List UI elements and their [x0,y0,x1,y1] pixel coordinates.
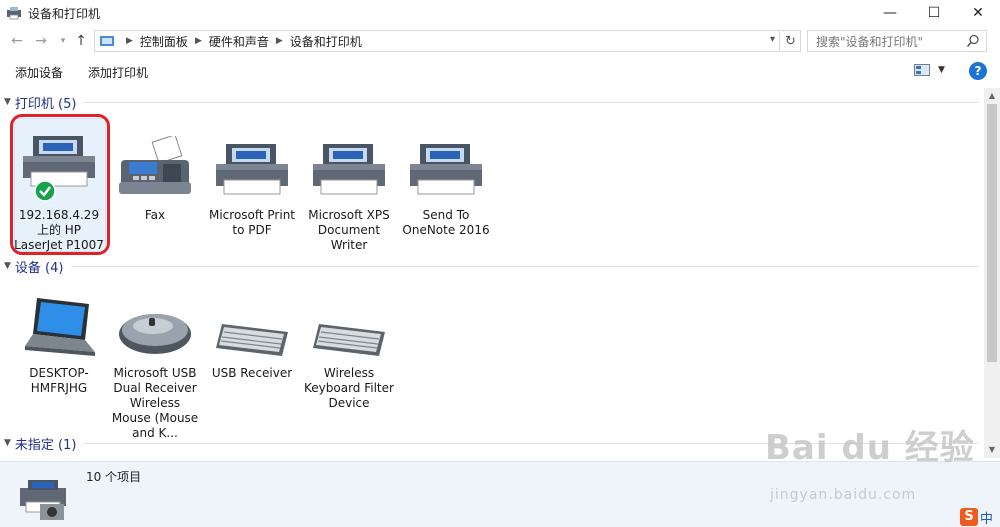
item-label: Microsoft XPS Document Writer [308,208,390,252]
item-label: Microsoft Print to PDF [208,208,296,237]
refresh-icon[interactable]: ↻ [781,30,801,52]
printer-icon [216,144,288,195]
devices-printers-icon [20,480,66,520]
sogou-icon: S [960,508,978,526]
search-icon[interactable] [966,34,980,48]
item-label: USB Receiver [211,366,293,380]
item-label: 192.168.4.29 上的 HP LaserJet P1007 [14,208,104,252]
command-bar: 添加设备 添加打印机 ▼ ? [0,58,1000,86]
breadcrumb-devices-printers[interactable]: 设备和打印机 [290,33,362,50]
recent-chevron-down-icon[interactable]: ▾ [54,32,72,50]
group-title: 设备 (4) [14,260,64,276]
item-label: Fax [144,208,166,222]
ime-indicator[interactable]: S 中 [960,507,1000,527]
scroll-thumb[interactable] [987,104,997,362]
baidu-watermark: Bai du 经验 [765,428,975,468]
devices-printers-icon [7,7,21,20]
group-divider [84,101,979,103]
breadcrumb-control-panel[interactable]: 控制面板 [140,33,188,50]
breadcrumb-hardware-sound[interactable]: 硬件和声音 [209,33,269,50]
default-checkmark-icon [34,180,56,202]
add-device-button[interactable]: 添加设备 [15,64,63,81]
add-printer-button[interactable]: 添加打印机 [88,64,148,81]
printer-icon [313,144,385,195]
printer-item-ms-xps-writer[interactable]: Microsoft XPS Document Writer [304,124,394,253]
device-item-desktop[interactable]: DESKTOP-HMFRJHG [14,286,104,396]
address-bar[interactable]: ▶ 控制面板 ▶ 硬件和声音 ▶ 设备和打印机 ▾ [94,30,780,52]
back-arrow-icon[interactable]: ← [8,32,26,50]
title-bar: 设备和打印机 — ☐ ✕ [0,0,1000,26]
control-panel-icon [100,36,114,46]
up-arrow-icon[interactable]: ↑ [72,32,90,50]
printer-item-fax[interactable]: Fax [110,124,200,223]
printer-item-hp-laserjet[interactable]: 192.168.4.29 上的 HP LaserJet P1007 [14,124,104,253]
keyboard-icon [313,324,385,356]
item-label: Send To OneNote 2016 [402,208,490,237]
group-header-devices[interactable]: ▼ 设备 (4) [4,256,979,276]
printer-icon [410,144,482,195]
group-title: 打印机 (5) [14,96,77,112]
group-divider [71,265,979,267]
device-item-wireless-mouse[interactable]: Microsoft USB Dual Receiver Wireless Mou… [110,286,200,441]
close-button[interactable]: ✕ [956,0,1000,26]
item-label: Wireless Keyboard Filter Device [304,366,394,410]
breadcrumb-separator-icon: ▶ [126,36,133,46]
printer-item-ms-print-to-pdf[interactable]: Microsoft Print to PDF [207,124,297,238]
help-icon[interactable]: ? [969,62,987,80]
address-row: ← → ▾ ↑ ▶ 控制面板 ▶ 硬件和声音 ▶ 设备和打印机 ▾ ↻ 搜索"设… [0,28,1000,54]
view-options-icon [914,64,930,76]
collapse-chevron-icon[interactable]: ▼ [4,438,11,448]
ime-language: 中 [980,511,994,527]
item-label: Microsoft USB Dual Receiver Wireless Mou… [111,366,199,440]
search-input[interactable]: 搜索"设备和打印机" [807,30,987,52]
breadcrumb-separator-icon: ▶ [194,36,202,46]
minimize-button[interactable]: — [868,0,912,26]
mouse-icon [119,314,191,354]
maximize-button[interactable]: ☐ [912,0,956,26]
scroll-down-icon[interactable]: ▼ [984,442,1000,458]
device-item-usb-receiver[interactable]: USB Receiver [207,286,297,381]
item-label: DESKTOP-HMFRJHG [29,366,89,395]
baidu-watermark-url: jingyan.baidu.com [770,487,917,503]
laptop-icon [25,298,95,356]
fax-icon [119,136,191,194]
address-dropdown-icon[interactable]: ▾ [770,34,775,45]
device-item-keyboard-filter[interactable]: Wireless Keyboard Filter Device [304,286,394,411]
breadcrumb-separator-icon: ▶ [275,36,283,46]
chevron-down-icon: ▼ [938,65,945,75]
change-view-button[interactable]: ▼ [914,64,945,76]
group-title: 未指定 (1) [14,437,77,453]
breadcrumb: ▶ 控制面板 ▶ 硬件和声音 ▶ 设备和打印机 [119,33,362,50]
vertical-scrollbar[interactable]: ▲ ▼ [984,88,1000,458]
printer-item-send-to-onenote[interactable]: Send To OneNote 2016 [401,124,491,238]
keyboard-icon [216,324,288,356]
scroll-up-icon[interactable]: ▲ [984,88,1000,104]
group-header-printers[interactable]: ▼ 打印机 (5) [4,92,979,112]
window-title: 设备和打印机 [28,6,101,21]
collapse-chevron-icon[interactable]: ▼ [4,261,11,271]
printer-icon [23,136,95,187]
item-count: 10 个项目 [86,470,142,484]
forward-arrow-icon[interactable]: → [32,32,50,50]
search-placeholder: 搜索"设备和打印机" [816,34,924,49]
collapse-chevron-icon[interactable]: ▼ [4,97,11,107]
